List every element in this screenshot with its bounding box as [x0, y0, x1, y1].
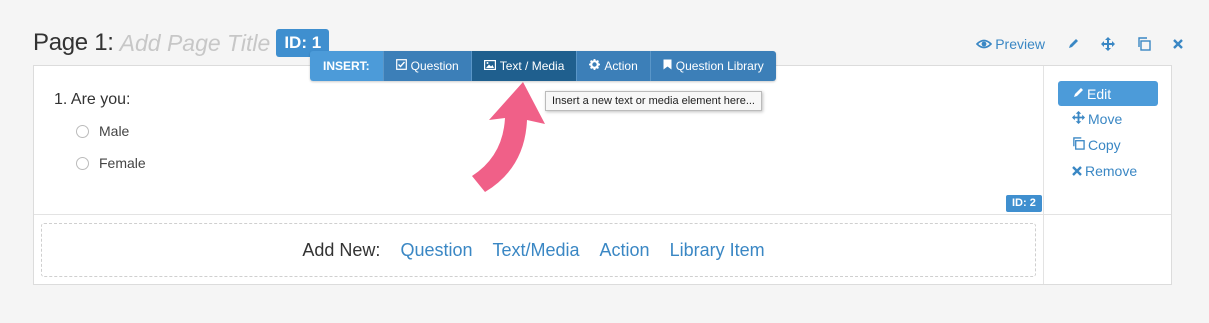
- edit-page-button[interactable]: [1067, 38, 1079, 50]
- eye-icon: [976, 38, 993, 50]
- copy-icon: [1137, 37, 1151, 51]
- radio-button[interactable]: [76, 156, 89, 170]
- choice-label: Male: [99, 123, 130, 139]
- add-text-media-link[interactable]: Text/Media: [492, 240, 579, 261]
- insert-question-library-button[interactable]: Question Library: [649, 51, 776, 81]
- remove-button[interactable]: Remove: [1058, 158, 1158, 184]
- add-library-item-link[interactable]: Library Item: [670, 240, 765, 261]
- choice-male[interactable]: Male: [76, 123, 129, 139]
- page-header: Page 1: Add Page Title ID: 1: [33, 28, 330, 58]
- copy-icon: [1072, 137, 1088, 153]
- divider: [1043, 66, 1044, 284]
- move-label: Move: [1088, 111, 1123, 127]
- tooltip: Insert a new text or media element here.…: [545, 91, 762, 111]
- page-title-input[interactable]: Add Page Title: [120, 30, 271, 57]
- copy-page-button[interactable]: [1137, 37, 1151, 51]
- move-icon: [1072, 111, 1088, 127]
- edit-label: Edit: [1087, 85, 1112, 102]
- copy-label: Copy: [1088, 137, 1121, 153]
- insert-question-library-label: Question Library: [675, 59, 764, 73]
- preview-label: Preview: [995, 36, 1045, 52]
- question-id-badge: ID: 2: [1006, 195, 1042, 212]
- preview-button[interactable]: Preview: [976, 36, 1045, 52]
- insert-label: INSERT:: [310, 51, 383, 81]
- add-new-bar: Add New: Question Text/Media Action Libr…: [41, 223, 1036, 277]
- move-button[interactable]: Move: [1058, 106, 1158, 132]
- bookmark-icon: [663, 59, 676, 73]
- edit-button[interactable]: Edit: [1058, 81, 1158, 106]
- insert-question-button[interactable]: Question: [382, 51, 471, 81]
- move-page-button[interactable]: [1101, 37, 1115, 51]
- move-icon: [1101, 37, 1115, 51]
- choice-label: Female: [99, 155, 146, 171]
- insert-action-button[interactable]: Action: [576, 51, 650, 81]
- question-text: 1. Are you:: [54, 91, 131, 108]
- add-question-link[interactable]: Question: [400, 240, 472, 261]
- page-actions: Preview: [954, 36, 1183, 52]
- question-actions: Edit Move Copy Remove: [1058, 81, 1158, 184]
- add-new-label: Add New:: [302, 239, 381, 260]
- close-icon: [1173, 39, 1183, 49]
- choice-female[interactable]: Female: [76, 155, 146, 171]
- gear-icon: [589, 59, 604, 73]
- delete-page-button[interactable]: [1173, 39, 1183, 49]
- radio-button[interactable]: [76, 124, 89, 138]
- add-action-link[interactable]: Action: [600, 240, 650, 261]
- insert-question-label: Question: [410, 59, 459, 73]
- close-icon: [1072, 163, 1085, 179]
- pencil-icon: [1067, 38, 1079, 50]
- checkbox-icon: [395, 59, 411, 73]
- page-label: Page 1:: [33, 29, 114, 56]
- copy-button[interactable]: Copy: [1058, 132, 1158, 158]
- annotation-arrow-icon: [465, 68, 555, 203]
- remove-label: Remove: [1085, 163, 1138, 179]
- insert-action-label: Action: [604, 59, 638, 73]
- divider: [34, 214, 1171, 215]
- pencil-icon: [1072, 86, 1087, 102]
